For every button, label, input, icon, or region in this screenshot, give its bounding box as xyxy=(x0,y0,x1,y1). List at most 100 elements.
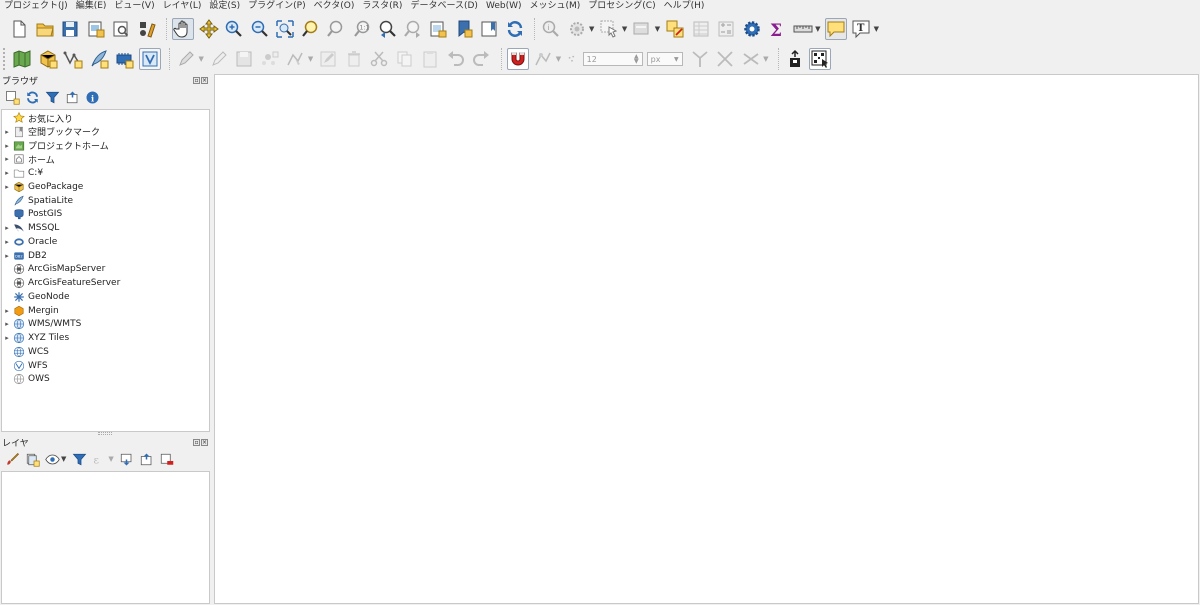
toolbar-grip[interactable] xyxy=(3,48,7,70)
snap-intersections-button[interactable] xyxy=(714,48,736,70)
self-snapping-button[interactable] xyxy=(740,48,762,70)
browser-item[interactable]: WFS xyxy=(2,359,48,373)
snapping-layer-mode-button[interactable] xyxy=(565,48,579,70)
menu-item[interactable]: ラスタ(R) xyxy=(362,0,402,13)
close-icon[interactable]: × xyxy=(201,438,208,446)
browser-item[interactable]: ▸ DB2 DB2 xyxy=(2,249,47,263)
browser-item[interactable]: お気に入り xyxy=(2,111,73,125)
snapping-tolerance-spinbox[interactable]: 12 ▲ ▼ xyxy=(582,52,643,66)
menu-item[interactable]: プロジェクト(J) xyxy=(4,0,68,13)
chevron-down-icon[interactable]: ▼ xyxy=(815,25,820,33)
expand-all-button[interactable] xyxy=(118,450,136,468)
menu-item[interactable]: ベクタ(O) xyxy=(314,0,355,13)
menu-item[interactable]: プロセシング(C) xyxy=(588,0,655,13)
remove-layer-button[interactable] xyxy=(158,450,176,468)
menu-item[interactable]: ビュー(V) xyxy=(114,0,154,13)
new-virtual-layer-button[interactable] xyxy=(138,48,161,70)
refresh-button[interactable] xyxy=(504,18,526,40)
expand-arrow-icon[interactable]: ▸ xyxy=(2,252,12,260)
menu-item[interactable]: Web(W) xyxy=(486,0,522,13)
new-shapefile-layer-button[interactable] xyxy=(62,48,84,70)
browser-item[interactable]: ▸ Mergin xyxy=(2,304,59,318)
browser-item[interactable]: ArcGisMapServer xyxy=(2,262,105,276)
map-tips-button[interactable] xyxy=(824,18,847,40)
add-feature-button[interactable] xyxy=(259,48,281,70)
expand-arrow-icon[interactable]: ▸ xyxy=(2,169,12,177)
close-icon[interactable]: × xyxy=(201,76,208,84)
panel-splitter-handle[interactable] xyxy=(98,432,112,435)
identify-features-button[interactable]: i xyxy=(540,18,562,40)
chevron-down-icon[interactable]: ▼ xyxy=(556,55,561,63)
menu-item[interactable]: データベース(D) xyxy=(410,0,478,13)
zoom-to-selection-button[interactable] xyxy=(300,18,322,40)
browser-item[interactable]: WCS xyxy=(2,345,49,359)
field-calculator-button[interactable] xyxy=(715,18,737,40)
paste-features-button[interactable] xyxy=(419,48,441,70)
layout-manager-button[interactable] xyxy=(110,18,132,40)
menu-item[interactable]: メッシュ(M) xyxy=(530,0,581,13)
expand-arrow-icon[interactable]: ▸ xyxy=(2,334,12,342)
delete-selected-button[interactable] xyxy=(343,48,365,70)
open-layer-styling-button[interactable] xyxy=(3,450,21,468)
new-print-layout-button[interactable] xyxy=(85,18,107,40)
add-group-button[interactable] xyxy=(23,450,41,468)
current-edits-button[interactable] xyxy=(175,48,197,70)
zoom-last-button[interactable] xyxy=(376,18,398,40)
new-spatialite-layer-button[interactable] xyxy=(88,48,110,70)
new-project-button[interactable] xyxy=(8,18,30,40)
float-panel-icon[interactable]: ▫ xyxy=(193,438,200,446)
copy-features-button[interactable] xyxy=(394,48,416,70)
measure-line-button[interactable] xyxy=(792,18,814,40)
show-bookmarks-button[interactable] xyxy=(478,18,500,40)
chevron-down-icon[interactable]: ▼ xyxy=(763,55,768,63)
save-project-button[interactable] xyxy=(59,18,81,40)
zoom-out-button[interactable] xyxy=(249,18,271,40)
expand-arrow-icon[interactable]: ▸ xyxy=(2,183,12,191)
browser-item[interactable]: SpatiaLite xyxy=(2,194,73,208)
browser-item[interactable]: ▸ C:¥ xyxy=(2,166,43,180)
chevron-down-icon[interactable]: ▼ xyxy=(61,455,66,463)
collapse-all-layers-button[interactable] xyxy=(138,450,156,468)
browser-item[interactable]: GeoNode xyxy=(2,290,70,304)
browser-item[interactable]: OWS xyxy=(2,372,50,386)
select-features-button[interactable] xyxy=(598,18,620,40)
text-annotation-button[interactable]: T xyxy=(850,18,872,40)
browser-item[interactable]: ▸ MSSQL xyxy=(2,221,59,235)
style-manager-button[interactable] xyxy=(136,18,158,40)
deselect-all-button[interactable] xyxy=(664,18,686,40)
run-action-button[interactable] xyxy=(566,18,588,40)
save-layer-edits-button[interactable] xyxy=(233,48,255,70)
qr-select-button[interactable] xyxy=(809,48,832,70)
zoom-native-button[interactable]: 1:1 xyxy=(351,18,373,40)
export-button[interactable] xyxy=(784,48,806,70)
redo-button[interactable] xyxy=(470,48,492,70)
chevron-down-icon[interactable]: ▼ xyxy=(199,55,204,63)
browser-item[interactable]: ▸ XYZ Tiles xyxy=(2,331,69,345)
expand-arrow-icon[interactable]: ▸ xyxy=(2,155,12,163)
pan-map-button[interactable] xyxy=(172,18,194,40)
expand-arrow-icon[interactable]: ▸ xyxy=(2,320,12,328)
new-bookmark-button[interactable] xyxy=(453,18,475,40)
collapse-all-button[interactable] xyxy=(63,88,81,106)
pan-to-selection-button[interactable] xyxy=(198,18,220,40)
open-project-button[interactable] xyxy=(34,18,56,40)
modify-attributes-button[interactable] xyxy=(317,48,339,70)
browser-item[interactable]: ▸ ホーム xyxy=(2,152,55,166)
browser-item[interactable]: ▸ GeoPackage xyxy=(2,180,83,194)
select-by-value-button[interactable] xyxy=(631,18,653,40)
enable-snapping-button[interactable] xyxy=(506,48,529,70)
manage-map-themes-button[interactable] xyxy=(43,450,61,468)
topological-editing-button[interactable] xyxy=(689,48,711,70)
chevron-down-icon[interactable]: ▼ xyxy=(874,25,879,33)
browser-item[interactable]: ▸ プロジェクトホーム xyxy=(2,139,109,153)
zoom-to-layer-button[interactable] xyxy=(325,18,347,40)
chevron-down-icon[interactable]: ▼ xyxy=(308,55,313,63)
undo-button[interactable] xyxy=(445,48,467,70)
cut-features-button[interactable] xyxy=(368,48,390,70)
menu-item[interactable]: レイヤ(L) xyxy=(163,0,202,13)
new-map-view-button[interactable] xyxy=(427,18,449,40)
refresh-browser-button[interactable] xyxy=(23,88,41,106)
float-panel-icon[interactable]: ▫ xyxy=(193,76,200,84)
chevron-down-icon[interactable]: ▼ xyxy=(589,25,594,33)
zoom-full-button[interactable] xyxy=(274,18,296,40)
